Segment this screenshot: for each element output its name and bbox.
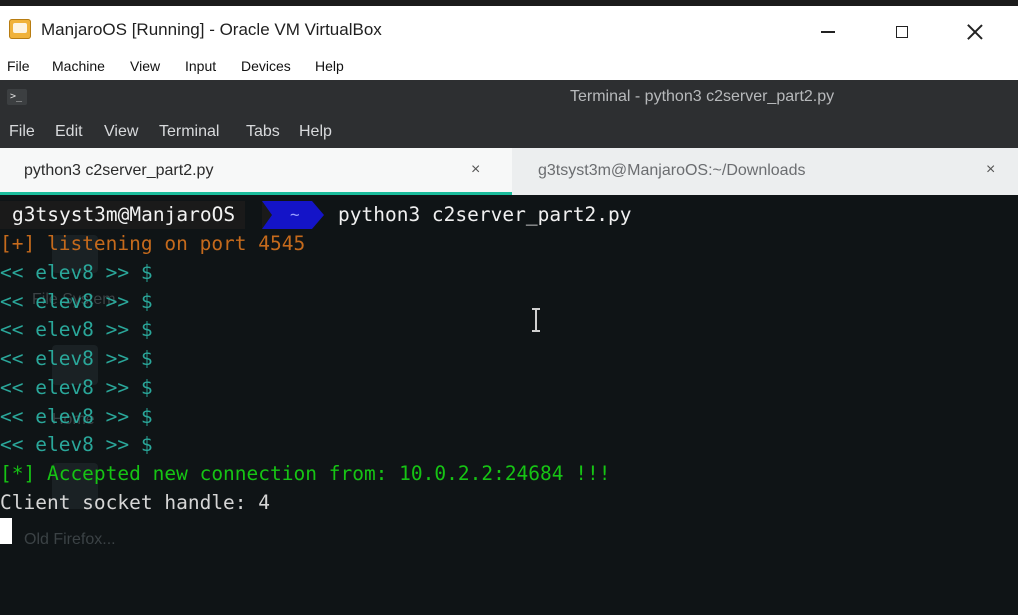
prompt-dir-segment: ~	[262, 201, 324, 229]
terminal-output[interactable]: File System Home Old Firefox... g3tsyst3…	[0, 195, 1018, 615]
terminal-menu-help[interactable]: Help	[299, 123, 332, 141]
close-button[interactable]	[953, 14, 997, 50]
tab-c2server[interactable]: python3 c2server_part2.py ×	[0, 148, 512, 195]
prompt-command: python3 c2server_part2.py	[338, 203, 632, 226]
tab-downloads[interactable]: g3tsyst3m@ManjaroOS:~/Downloads ×	[512, 148, 1018, 195]
maximize-button[interactable]	[880, 14, 924, 50]
terminal-menu-edit[interactable]: Edit	[55, 123, 83, 141]
minimize-icon	[821, 31, 835, 33]
vbox-titlebar: ManjaroOS [Running] - Oracle VM VirtualB…	[0, 0, 1018, 52]
vbox-menu-help[interactable]: Help	[315, 58, 344, 74]
listening-line: [+] listening on port 4545	[0, 232, 306, 255]
accepted-connection-line: [*] Accepted new connection from: 10.0.2…	[0, 462, 611, 485]
ibeam-pointer-icon	[532, 308, 540, 332]
virtualbox-app-icon	[9, 19, 31, 39]
tab-bar: python3 c2server_part2.py × g3tsyst3m@Ma…	[0, 148, 1018, 195]
vbox-menu-view[interactable]: View	[130, 58, 160, 74]
vbox-menu-file[interactable]: File	[7, 58, 30, 74]
vbox-menu-input[interactable]: Input	[185, 58, 216, 74]
vbox-menu-devices[interactable]: Devices	[241, 58, 291, 74]
elev8-prompt-line: << elev8 >> $	[0, 347, 153, 370]
terminal-menubar: File Edit View Terminal Tabs Help	[0, 116, 1018, 148]
tab-close-icon[interactable]: ×	[471, 161, 480, 179]
vbox-menubar: File Machine View Input Devices Help	[0, 52, 1018, 80]
terminal-app-icon[interactable]: >_	[7, 89, 27, 105]
prompt-user: g3tsyst3m@ManjaroOS	[0, 201, 246, 229]
tab-close-icon[interactable]: ×	[986, 161, 995, 179]
elev8-prompt-line: << elev8 >> $	[0, 405, 153, 428]
terminal-title: Terminal - python3 c2server_part2.py	[570, 88, 835, 105]
terminal-menu-view[interactable]: View	[104, 123, 138, 141]
close-icon	[967, 24, 983, 40]
terminal-menu-terminal[interactable]: Terminal	[159, 123, 219, 141]
maximize-icon	[896, 26, 908, 38]
terminal-menu-tabs[interactable]: Tabs	[246, 123, 280, 141]
prompt-dir: ~	[290, 205, 300, 224]
shell-prompt: g3tsyst3m@ManjaroOS ~ python3 c2server_p…	[0, 201, 1018, 229]
window-title: ManjaroOS [Running] - Oracle VM VirtualB…	[41, 20, 382, 39]
vbox-menu-machine[interactable]: Machine	[52, 58, 105, 74]
text-cursor	[0, 518, 12, 544]
elev8-prompt-line: << elev8 >> $	[0, 318, 153, 341]
terminal-titlebar: >_ Terminal - python3 c2server_part2.py	[0, 80, 1018, 116]
socket-handle-line: Client socket handle: 4	[0, 491, 271, 514]
terminal-menu-file[interactable]: File	[9, 123, 35, 141]
elev8-prompt-line: << elev8 >> $	[0, 433, 153, 456]
elev8-prompt-line: << elev8 >> $	[0, 290, 153, 313]
tab-label: python3 c2server_part2.py	[24, 162, 214, 179]
desktop-old-firefox-label: Old Firefox...	[24, 531, 116, 548]
minimize-button[interactable]	[806, 14, 850, 50]
tab-label: g3tsyst3m@ManjaroOS:~/Downloads	[538, 162, 806, 179]
elev8-prompt-line: << elev8 >> $	[0, 261, 153, 284]
elev8-prompt-line: << elev8 >> $	[0, 376, 153, 399]
